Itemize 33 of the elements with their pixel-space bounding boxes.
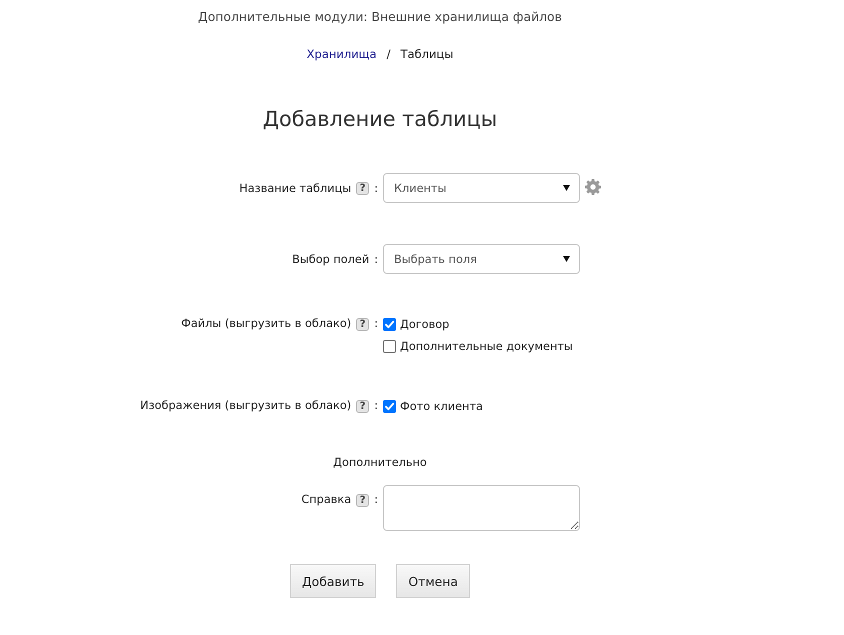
field-label: Изображения (выгрузить в облако): [140, 398, 352, 414]
help-icon[interactable]: ?: [356, 318, 370, 330]
caret-icon: [563, 185, 570, 191]
checkbox[interactable]: [383, 340, 396, 352]
checkbox[interactable]: [383, 318, 396, 330]
help-icon[interactable]: ?: [356, 182, 370, 194]
breadcrumb-current: Таблицы: [400, 46, 454, 62]
help-icon[interactable]: ?: [356, 400, 370, 412]
button[interactable]: Добавить: [290, 564, 376, 598]
checkbox[interactable]: [383, 400, 396, 412]
breadcrumb-separator: /: [386, 46, 390, 62]
label-colon: :: [374, 492, 378, 508]
section-title: Дополнительно: [333, 455, 427, 471]
checkbox-label[interactable]: Дополнительные документы: [400, 340, 573, 352]
dropdown[interactable]: Выбрать поля: [383, 244, 580, 274]
module-title: Дополнительные модули: Внешние хранилища файлов: [198, 8, 562, 26]
help-icon[interactable]: ?: [356, 494, 370, 506]
checkbox-label[interactable]: Фото клиента: [400, 400, 483, 412]
field-label: Выбор полей: [292, 252, 370, 266]
settings-icon[interactable]: [585, 179, 601, 195]
dropdown[interactable]: Клиенты: [383, 173, 580, 203]
label-colon: :: [374, 182, 378, 194]
button[interactable]: Отмена: [396, 564, 470, 598]
checkbox-label[interactable]: Договор: [400, 318, 450, 330]
field-label: Файлы (выгрузить в облако): [181, 316, 352, 332]
page-title: Добавление таблицы: [262, 106, 498, 133]
field-label: Справка: [301, 492, 352, 508]
breadcrumb-link[interactable]: Хранилища: [306, 46, 377, 62]
label-colon: :: [374, 316, 378, 332]
caret-icon: [563, 256, 570, 262]
field-label: Название таблицы: [239, 182, 352, 194]
label-colon: :: [374, 398, 378, 414]
label-colon: :: [374, 252, 378, 266]
